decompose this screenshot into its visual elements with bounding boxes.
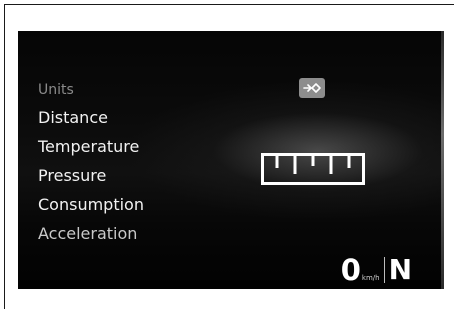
speed-gear-readout: 0 km/h N [340,253,412,287]
display-edge-highlight [441,31,444,289]
speed-value: 0 [340,253,361,287]
instrument-display: Units Distance Temperature Pressure Cons… [18,31,444,289]
menu-item-pressure[interactable]: Pressure [38,161,144,190]
frame-left-border [4,4,5,309]
units-menu: Units Distance Temperature Pressure Cons… [38,78,144,248]
menu-item-consumption[interactable]: Consumption [38,190,144,219]
menu-item-temperature[interactable]: Temperature [38,132,144,161]
ruler-glyph [261,153,365,185]
menu-item-distance[interactable]: Distance [38,103,144,132]
menu-header-units: Units [38,82,74,98]
frame-top-border [4,4,454,5]
speed-unit: km/h [361,274,380,282]
ruler-icon [261,153,365,185]
gear-indicator: N [388,253,412,286]
menu-item-acceleration[interactable]: Acceleration [38,219,144,248]
enter-arrow-icon[interactable] [299,78,325,98]
gear-divider [383,257,385,283]
enter-arrow-glyph [303,83,321,93]
